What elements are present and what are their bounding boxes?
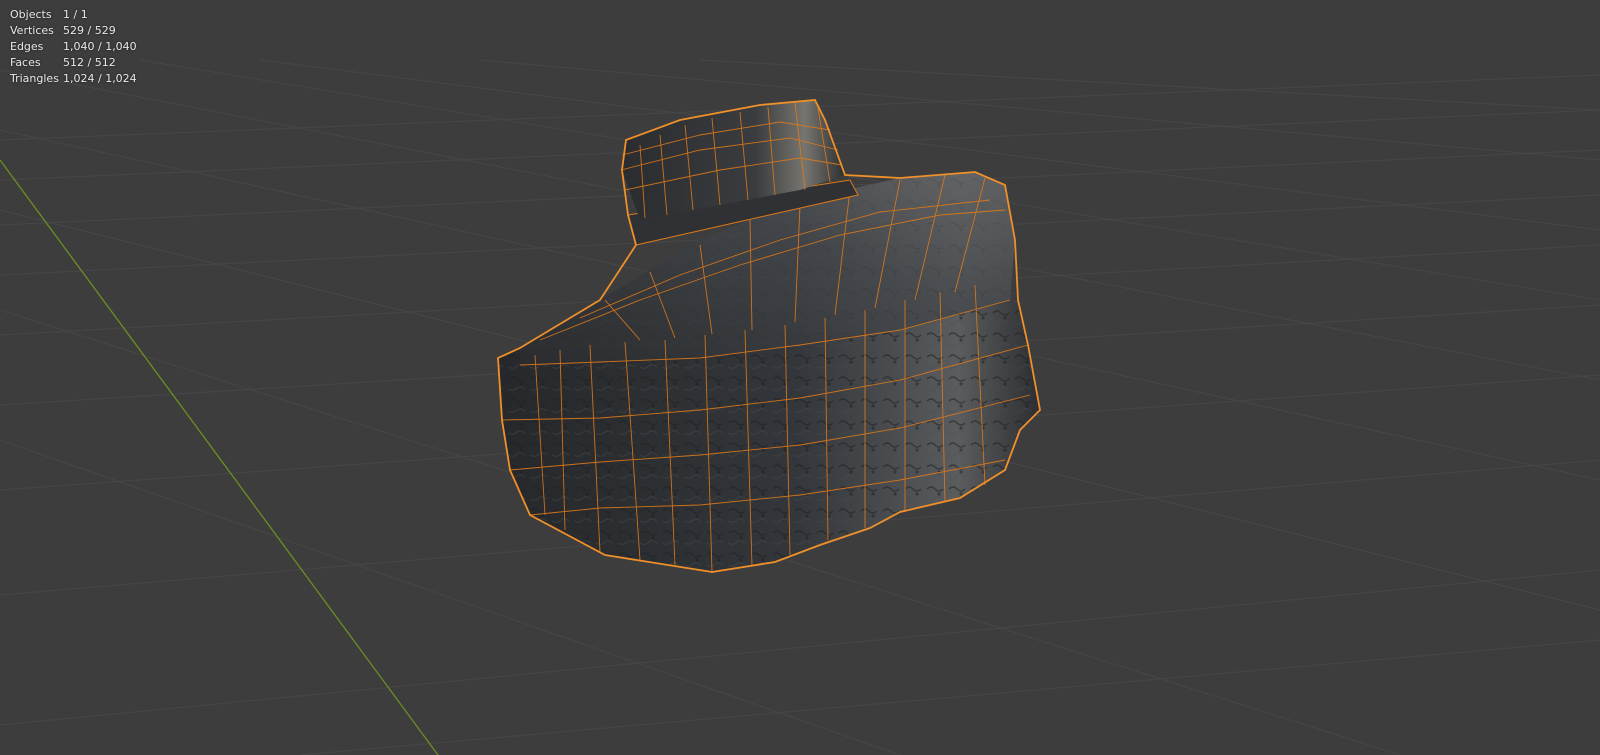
stat-value-objects: 1 / 1: [63, 8, 88, 21]
viewport-scene[interactable]: [0, 0, 1600, 755]
stat-label-vertices: Vertices: [10, 24, 54, 37]
stat-label-edges: Edges: [10, 40, 44, 53]
stat-value-faces: 512 / 512: [63, 56, 116, 69]
stat-value-vertices: 529 / 529: [63, 24, 116, 37]
scene-statistics-overlay: Objects 1 / 1 Vertices 529 / 529 Edges 1…: [10, 7, 137, 87]
stat-value-triangles: 1,024 / 1,024: [63, 72, 137, 85]
stat-label-objects: Objects: [10, 8, 52, 21]
stat-label-triangles: Triangles: [10, 72, 59, 85]
3d-viewport[interactable]: Objects 1 / 1 Vertices 529 / 529 Edges 1…: [0, 0, 1600, 755]
stat-label-faces: Faces: [10, 56, 41, 69]
selected-mesh-object: [497, 99, 1041, 573]
stat-value-edges: 1,040 / 1,040: [63, 40, 137, 53]
y-axis-line: [0, 159, 439, 755]
